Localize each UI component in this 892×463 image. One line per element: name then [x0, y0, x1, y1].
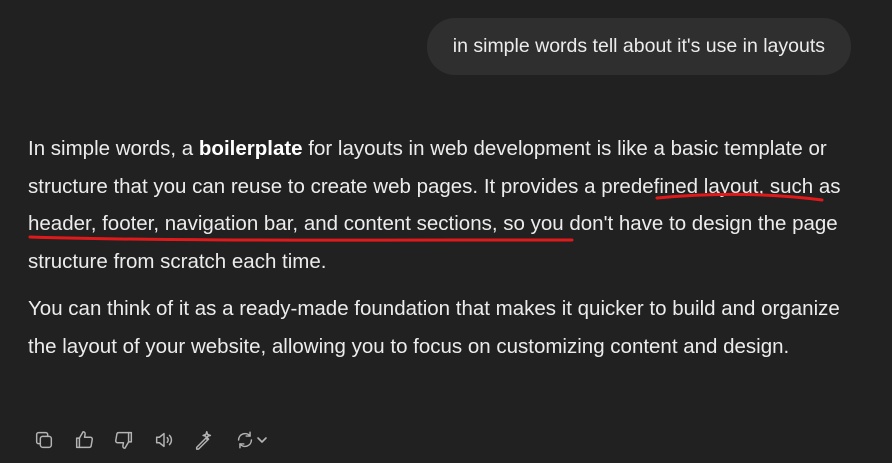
thumbs-down-icon — [115, 431, 133, 449]
read-aloud-button[interactable] — [151, 427, 177, 453]
p1-bold-term: boilerplate — [198, 137, 303, 160]
user-message-text: in simple words tell about it's use in l… — [452, 35, 825, 57]
edit-magic-icon — [195, 431, 212, 450]
edit-in-canvas-button[interactable] — [191, 427, 217, 453]
read-aloud-icon — [155, 432, 173, 448]
chat-page: in simple words tell about it's use in l… — [0, 0, 892, 463]
thumbs-up-icon — [75, 431, 93, 449]
user-message-bubble: in simple words tell about it's use in l… — [426, 18, 851, 75]
regenerate-icon — [237, 431, 253, 449]
regenerate-button[interactable] — [231, 427, 271, 453]
p1-text-a: In simple words, a — [28, 137, 199, 160]
assistant-paragraph-2: You can think of it as a ready-made foun… — [28, 297, 840, 358]
assistant-paragraph-1: In simple words, a boilerplate for layou… — [28, 130, 868, 280]
bad-response-button[interactable] — [111, 427, 137, 453]
assistant-message: In simple words, a boilerplate for layou… — [28, 130, 868, 375]
good-response-button[interactable] — [71, 427, 97, 453]
copy-button[interactable] — [31, 427, 57, 453]
message-actions-bar — [31, 427, 271, 453]
copy-icon — [35, 431, 53, 449]
chevron-down-icon — [257, 437, 267, 443]
